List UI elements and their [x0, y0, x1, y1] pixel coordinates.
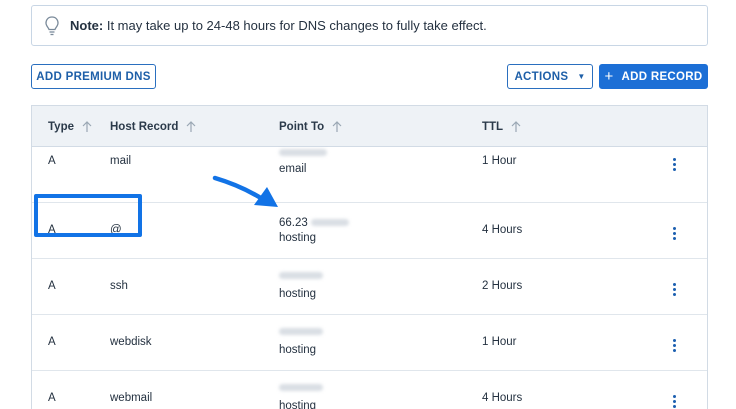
add-premium-dns-label: ADD PREMIUM DNS — [36, 70, 151, 83]
record-type: A — [48, 155, 56, 167]
kebab-menu-icon[interactable] — [669, 283, 679, 297]
point-to-redacted — [279, 326, 323, 338]
dns-propagation-note: Note: It may take up to 24-48 hours for … — [31, 5, 708, 46]
column-header-label: TTL — [482, 120, 504, 133]
record-type: A — [48, 280, 56, 292]
add-premium-dns-button[interactable]: ADD PREMIUM DNS — [31, 64, 156, 89]
annotation-arrow-icon — [212, 175, 278, 207]
record-type: A — [48, 392, 56, 404]
note-message: It may take up to 24-48 hours for DNS ch… — [103, 18, 487, 33]
host-record: webmail — [110, 392, 153, 404]
point-to-redacted — [279, 147, 327, 159]
arrow-up-icon — [82, 120, 92, 132]
point-to-label: email — [279, 163, 307, 175]
note-text: Note: It may take up to 24-48 hours for … — [70, 18, 487, 33]
table-row: A ssh hosting 2 Hours — [32, 259, 707, 315]
caret-down-icon: ▼ — [577, 72, 586, 81]
actions-label: ACTIONS — [514, 70, 569, 83]
column-header-label: Type — [48, 120, 74, 133]
lightbulb-icon — [45, 15, 59, 35]
host-record: webdisk — [110, 336, 152, 348]
add-record-button[interactable]: + ADD RECORD — [599, 64, 708, 89]
kebab-menu-icon[interactable] — [669, 227, 679, 241]
ttl-value: 1 Hour — [482, 155, 517, 167]
host-record: mail — [110, 155, 132, 167]
table-header: Type Host Record Point To TTL — [32, 106, 707, 147]
ttl-value: 1 Hour — [482, 336, 517, 348]
point-to-label: hosting — [279, 344, 317, 356]
ttl-value: 4 Hours — [482, 392, 523, 404]
highlight-box — [34, 194, 142, 237]
kebab-menu-icon[interactable] — [669, 395, 679, 409]
point-to-redacted — [279, 382, 323, 394]
column-header-type[interactable]: Type — [48, 106, 92, 147]
kebab-menu-icon[interactable] — [669, 158, 679, 172]
plus-icon: + — [604, 68, 614, 85]
add-record-label: ADD RECORD — [621, 70, 703, 83]
column-header-host-record[interactable]: Host Record — [110, 106, 196, 147]
arrow-up-icon — [186, 120, 196, 132]
column-header-label: Point To — [279, 120, 325, 133]
point-to-redacted — [279, 270, 323, 282]
point-to-label: hosting — [279, 232, 317, 244]
point-to-label: hosting — [279, 288, 317, 300]
ttl-value: 4 Hours — [482, 224, 523, 236]
point-to-ip: 66.23 — [279, 217, 349, 229]
arrow-up-icon — [332, 120, 342, 132]
table-row: A webdisk hosting 1 Hour — [32, 315, 707, 371]
arrow-up-icon — [511, 120, 521, 132]
dns-records-table: Type Host Record Point To TTL A mail ema… — [31, 105, 708, 409]
table-row: A webmail hosting 4 Hours — [32, 371, 707, 409]
column-header-label: Host Record — [110, 120, 179, 133]
actions-dropdown-button[interactable]: ACTIONS ▼ — [507, 64, 593, 89]
column-header-ttl[interactable]: TTL — [482, 106, 521, 147]
kebab-menu-icon[interactable] — [669, 339, 679, 353]
point-to-label: hosting — [279, 400, 317, 409]
host-record: ssh — [110, 280, 128, 292]
ttl-value: 2 Hours — [482, 280, 523, 292]
note-label: Note: — [70, 18, 104, 33]
point-to-ip-visible: 66.23 — [279, 217, 308, 229]
record-type: A — [48, 336, 56, 348]
column-header-point-to[interactable]: Point To — [279, 106, 342, 147]
